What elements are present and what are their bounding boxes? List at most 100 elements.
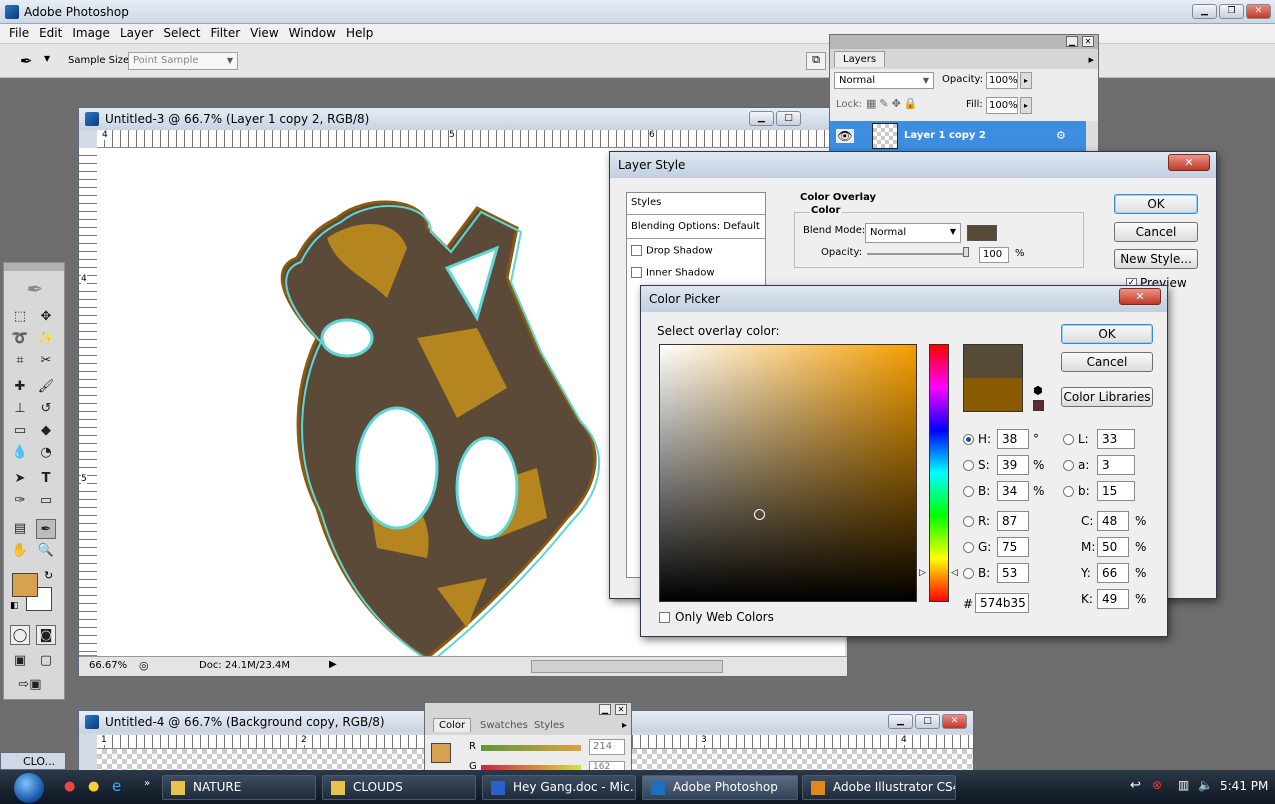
quick-mask-icon[interactable]: ◙ <box>36 625 56 645</box>
web-colors-checkbox[interactable] <box>659 612 670 623</box>
menu-window[interactable]: Window <box>284 24 341 43</box>
menu-help[interactable]: Help <box>341 24 378 43</box>
color-panel-menu-icon[interactable]: ▸ <box>622 720 627 731</box>
tab-layers[interactable]: Layers <box>834 51 886 67</box>
b-channel-radio[interactable] <box>1063 486 1074 497</box>
layer-style-close-button[interactable]: ✕ <box>1168 154 1210 171</box>
task-clouds[interactable]: CLOUDS <box>322 775 476 800</box>
color-picker-close-button[interactable]: ✕ <box>1119 288 1161 305</box>
menu-file[interactable]: File <box>4 24 34 43</box>
notes-tool-icon[interactable]: ▤ <box>10 519 30 539</box>
green-field[interactable]: 75 <box>997 537 1029 557</box>
opacity-slider-arrow-icon[interactable]: ▸ <box>1020 72 1032 89</box>
layer-blend-select[interactable]: Normal ▼ <box>834 72 934 89</box>
blue-field[interactable]: 53 <box>997 563 1029 583</box>
tray-back-icon[interactable]: ↩ <box>1130 778 1141 793</box>
chrome-icon[interactable]: ● <box>88 779 99 794</box>
red-channel-slider[interactable] <box>481 745 581 751</box>
jump-to-imageready-icon[interactable]: ⇨▣ <box>10 675 50 695</box>
hue-field[interactable]: 38 <box>997 429 1029 449</box>
quicklaunch-more-icon[interactable]: » <box>144 778 150 789</box>
color-panel-minimize-icon[interactable]: ▁ <box>599 704 611 715</box>
tab-color[interactable]: Color <box>433 718 472 732</box>
out-of-gamut-icon[interactable]: ⬢ <box>1033 384 1043 397</box>
firefox-icon[interactable]: ● <box>64 779 75 794</box>
minimized-window[interactable]: CLO... <box>0 752 66 770</box>
zoom-tool-icon[interactable]: 🔍 <box>36 541 56 561</box>
color-panel-close-icon[interactable]: ✕ <box>615 704 627 715</box>
color-picker-title-bar[interactable]: Color Picker ✕ <box>641 286 1167 312</box>
clock[interactable]: 5:41 PM <box>1220 779 1268 793</box>
color-picker-ok-button[interactable]: OK <box>1061 324 1153 344</box>
doc-maximize-button[interactable]: □ <box>776 111 801 126</box>
red-radio[interactable] <box>963 516 974 527</box>
blend-mode-select[interactable]: Normal ▼ <box>865 223 961 243</box>
blue-radio[interactable] <box>963 568 974 579</box>
full-screen-mode-icon[interactable]: ▢ <box>36 651 56 671</box>
new-style-button[interactable]: New Style... <box>1114 249 1198 269</box>
lock-icons[interactable]: ▦✎✥🔒 <box>866 97 921 110</box>
current-color-swatch[interactable] <box>964 378 1022 411</box>
saturation-radio[interactable] <box>963 460 974 471</box>
healing-brush-tool-icon[interactable]: ✚ <box>10 377 30 397</box>
default-colors-icon[interactable]: ◧ <box>10 601 19 611</box>
lightness-radio[interactable] <box>1063 434 1074 445</box>
ie-icon[interactable]: e <box>112 777 121 795</box>
document-title-bar[interactable]: Untitled-3 @ 66.7% (Layer 1 copy 2, RGB/… <box>79 108 847 130</box>
brightness-radio[interactable] <box>963 486 974 497</box>
hue-left-arrow-icon[interactable]: ▷ <box>919 568 926 578</box>
blending-options-item[interactable]: Blending Options: Default <box>627 217 765 239</box>
styles-header[interactable]: Styles <box>627 193 765 215</box>
hand-tool-icon[interactable]: ✋ <box>10 541 30 561</box>
horizontal-scrollbar[interactable] <box>531 660 723 673</box>
color-libraries-button[interactable]: Color Libraries <box>1061 387 1153 407</box>
task-nature[interactable]: NATURE <box>162 775 316 800</box>
dodge-tool-icon[interactable]: ◔ <box>36 443 56 463</box>
cyan-field[interactable]: 48 <box>1097 511 1129 531</box>
eye-icon[interactable]: 👁 <box>836 129 854 143</box>
toolbox-grip[interactable] <box>4 263 64 271</box>
path-selection-tool-icon[interactable]: ➤ <box>10 469 30 489</box>
saturation-brightness-field[interactable] <box>659 344 917 602</box>
color-picker-cancel-button[interactable]: Cancel <box>1061 352 1153 372</box>
doc-minimize-button[interactable]: ▁ <box>749 111 774 126</box>
task-word[interactable]: Hey Gang.doc - Mic... <box>482 775 636 800</box>
eraser-tool-icon[interactable]: ▭ <box>10 421 30 441</box>
green-radio[interactable] <box>963 542 974 553</box>
slice-tool-icon[interactable]: ✂ <box>36 351 56 371</box>
doc2-close-button[interactable]: ✕ <box>942 714 967 729</box>
lightness-field[interactable]: 33 <box>1097 429 1135 449</box>
menu-select[interactable]: Select <box>158 24 205 43</box>
brush-tool-icon[interactable]: 🖌 <box>36 377 56 397</box>
layer-style-title-bar[interactable]: Layer Style ✕ <box>610 152 1216 178</box>
black-field[interactable]: 49 <box>1097 589 1129 609</box>
magic-wand-tool-icon[interactable]: ✨ <box>36 329 56 349</box>
menu-image[interactable]: Image <box>67 24 115 43</box>
red-field[interactable]: 87 <box>997 511 1029 531</box>
fill-slider-arrow-icon[interactable]: ▸ <box>1020 97 1032 114</box>
layer-style-ok-button[interactable]: OK <box>1114 194 1198 214</box>
hex-field[interactable]: 574b35 <box>975 593 1029 613</box>
b-channel-field[interactable]: 15 <box>1097 481 1135 501</box>
overlay-opacity-field[interactable]: 100 <box>979 247 1009 263</box>
yellow-field[interactable]: 66 <box>1097 563 1129 583</box>
status-arrow-icon[interactable]: ▶ <box>329 659 337 670</box>
move-tool-icon[interactable]: ✥ <box>36 307 56 327</box>
close-button[interactable]: ✕ <box>1246 4 1271 19</box>
minimize-button[interactable]: ▁ <box>1192 4 1217 19</box>
menu-filter[interactable]: Filter <box>205 24 245 43</box>
menu-layer[interactable]: Layer <box>115 24 158 43</box>
hue-slider[interactable] <box>929 344 949 602</box>
tab-styles[interactable]: Styles <box>531 719 567 732</box>
lasso-tool-icon[interactable]: ➰ <box>10 329 30 349</box>
hue-radio[interactable] <box>963 434 974 445</box>
overlay-opacity-slider-thumb[interactable] <box>963 247 969 257</box>
task-photoshop[interactable]: Adobe Photoshop <box>642 775 798 800</box>
eyedropper-tool-icon[interactable]: ✒ <box>36 519 56 539</box>
clone-stamp-tool-icon[interactable]: ⊥ <box>10 399 30 419</box>
screen-mode-icon[interactable]: ▣ <box>10 651 30 671</box>
menu-view[interactable]: View <box>245 24 283 43</box>
restore-button[interactable]: ❐ <box>1219 4 1244 19</box>
drop-shadow-item[interactable]: Drop Shadow <box>631 245 713 257</box>
eyedropper-icon[interactable]: ✒ <box>20 52 33 70</box>
